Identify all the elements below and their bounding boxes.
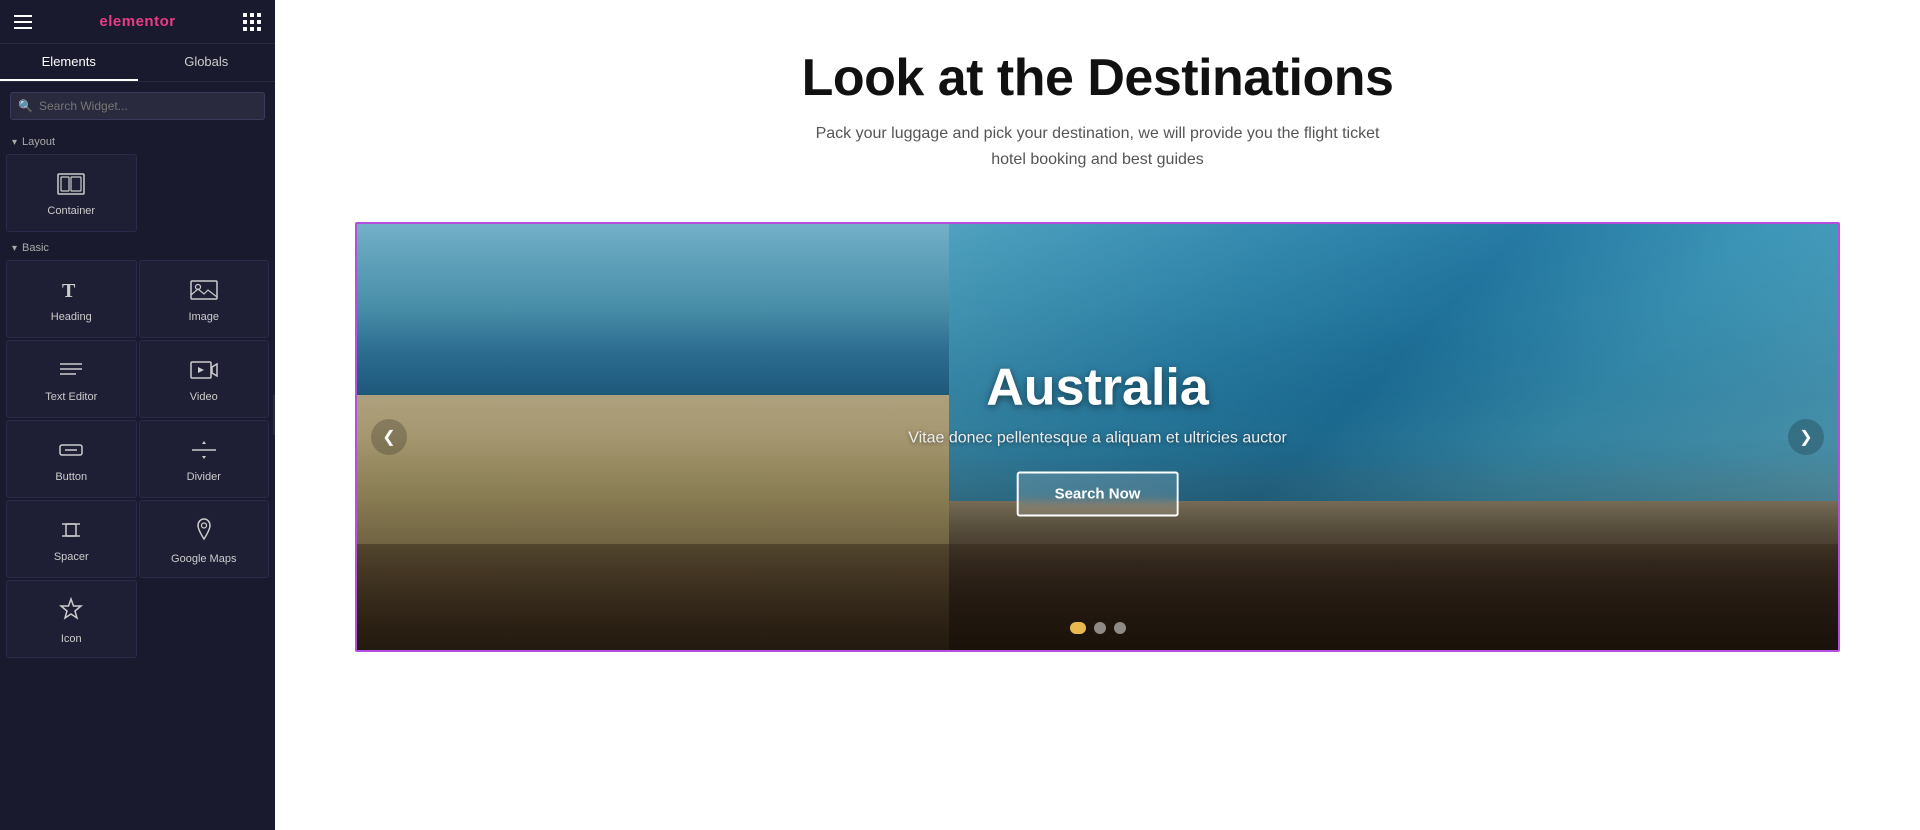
slider-prev-button[interactable]: ❮ [371,419,407,455]
widget-image[interactable]: Image [139,260,270,338]
svg-text:T: T [62,280,76,301]
destinations-slider: ❮ ❯ Australia Vitae donec pellentesque a… [355,222,1840,652]
video-icon [190,359,218,385]
chevron-down-icon: ▾ [12,137,17,148]
basic-section-label[interactable]: ▾ Basic [0,232,275,260]
widget-button[interactable]: Button [6,420,137,498]
tab-elements[interactable]: Elements [0,44,138,81]
slider-dot-2[interactable] [1094,622,1106,634]
layout-widget-grid: Container [0,154,275,232]
hamburger-menu-icon[interactable] [14,15,32,29]
destinations-title: Look at the Destinations [355,50,1840,107]
video-label: Video [190,391,218,403]
widget-heading[interactable]: T Heading [6,260,137,338]
heading-label: Heading [51,311,92,323]
widget-text-editor[interactable]: Text Editor [6,340,137,418]
image-icon [190,279,218,305]
widget-spacer[interactable]: Spacer [6,500,137,578]
google-maps-label: Google Maps [171,553,236,565]
slider-dots [1070,622,1126,634]
elementor-logo: elementor [99,13,175,30]
search-now-button[interactable]: Search Now [1017,472,1179,517]
text-editor-icon [58,359,84,385]
container-icon [57,173,85,199]
sidebar-content: ▾ Layout Container ▾ Basic [0,126,275,830]
widget-icon[interactable]: Icon [6,580,137,658]
slider-dot-3[interactable] [1114,622,1126,634]
chevron-down-icon-basic: ▾ [12,243,17,254]
widget-search-container: 🔍 [10,92,265,120]
sidebar-tabs: Elements Globals [0,44,275,82]
basic-widget-grid: T Heading Image [0,260,275,658]
slide-content: Australia Vitae donec pellentesque a ali… [653,358,1542,517]
collapse-sidebar-handle[interactable]: ‹ [273,395,275,435]
widget-google-maps[interactable]: Google Maps [139,500,270,578]
grid-icon[interactable] [243,13,261,31]
button-label: Button [55,471,87,483]
search-input[interactable] [10,92,265,120]
widget-video[interactable]: Video [139,340,270,418]
google-maps-icon [191,517,217,547]
destinations-subtitle-line1: Pack your luggage and pick your destinat… [355,121,1840,147]
icon-widget-icon [58,597,84,627]
destinations-subtitle-line2: hotel booking and best guides [355,147,1840,173]
text-editor-label: Text Editor [45,391,97,403]
canvas-content: Look at the Destinations Pack your lugga… [275,0,1920,830]
search-icon: 🔍 [18,99,33,113]
slider-next-button[interactable]: ❯ [1788,419,1824,455]
sidebar-header: elementor [0,0,275,44]
layout-section-label[interactable]: ▾ Layout [0,126,275,154]
divider-icon [190,439,218,465]
sidebar: elementor Elements Globals 🔍 ▾ Layout [0,0,275,830]
slide-title: Australia [653,358,1542,418]
slider-dot-1[interactable] [1070,622,1086,634]
destinations-section: Look at the Destinations Pack your lugga… [275,50,1920,202]
spacer-icon [58,519,84,545]
main-canvas: Look at the Destinations Pack your lugga… [275,0,1920,830]
spacer-label: Spacer [54,551,89,563]
slide-description: Vitae donec pellentesque a aliquam et ul… [653,430,1542,448]
image-label: Image [188,311,219,323]
heading-icon: T [58,279,84,305]
tab-globals[interactable]: Globals [138,44,276,81]
icon-label: Icon [61,633,82,645]
container-label: Container [47,205,95,217]
button-icon [57,439,85,465]
widget-divider[interactable]: Divider [139,420,270,498]
widget-container[interactable]: Container [6,154,137,232]
divider-label: Divider [187,471,221,483]
